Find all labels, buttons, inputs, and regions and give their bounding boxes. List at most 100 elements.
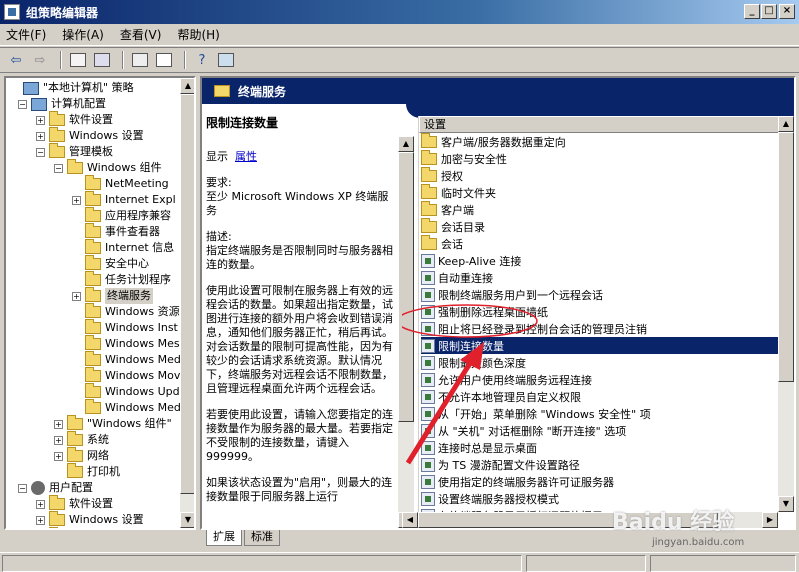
tree-item[interactable]: 应用程序兼容 <box>72 207 171 224</box>
collapse-icon[interactable]: − <box>18 483 27 493</box>
folder-row[interactable]: 临时文件夹 <box>421 183 780 201</box>
tree-scrollbar[interactable]: ▲ ▼ <box>180 78 194 528</box>
folder-icon <box>49 143 65 158</box>
folder-icon <box>85 207 101 222</box>
tree-item[interactable]: + 终端服务 <box>72 287 153 304</box>
menu-help[interactable]: 帮助(H) <box>177 26 219 43</box>
show-pane-icon[interactable] <box>216 50 236 70</box>
folder-icon <box>49 495 65 510</box>
tree-item-label: "本地计算机" 策略 <box>43 81 134 94</box>
description-paragraph-3: 如果该状态设置为"启用"，则最大的连接数量限于同服务器上运行 <box>206 476 393 503</box>
tree-item[interactable]: − 用户配置 <box>18 480 93 496</box>
tree-item[interactable]: Windows Movi <box>72 367 183 384</box>
tree-item[interactable]: − Windows 组件 <box>54 159 162 176</box>
tree-item[interactable]: + 系统 <box>54 431 109 448</box>
setting-row[interactable]: 自动重连接 <box>421 269 780 286</box>
tree-item[interactable]: + Internet Expl <box>72 191 176 208</box>
tree-item[interactable]: − 计算机配置 <box>18 96 106 112</box>
expand-icon[interactable]: + <box>54 435 63 445</box>
tree-item-label: Windows 资源 <box>105 305 180 318</box>
expand-icon[interactable]: + <box>36 131 45 141</box>
list-item-label: 授权 <box>441 169 463 183</box>
tree-item[interactable]: + 软件设置 <box>36 495 113 512</box>
tree-item-label: 用户配置 <box>49 481 93 494</box>
list-scrollbar[interactable]: ▲ ▼ <box>778 116 794 512</box>
tree-item[interactable]: "本地计算机" 策略 <box>10 80 134 96</box>
minimize-button[interactable]: _ <box>744 4 760 19</box>
folder-row[interactable]: 加密与安全性 <box>421 149 780 167</box>
back-arrow-icon[interactable]: ⇦ <box>6 50 26 70</box>
up-folder-icon[interactable] <box>68 50 88 70</box>
expand-icon[interactable]: + <box>36 515 45 525</box>
folder-icon <box>421 234 437 250</box>
folder-row[interactable]: 会话 <box>421 234 780 252</box>
tree-item[interactable]: + "Windows 组件" <box>54 415 172 432</box>
tree-item-label: 应用程序兼容 <box>105 209 171 222</box>
properties-icon[interactable] <box>130 50 150 70</box>
column-header-setting[interactable]: 设置 <box>419 116 780 133</box>
scroll-left-button[interactable]: ◀ <box>402 512 418 528</box>
tree-item[interactable]: Windows Medi <box>72 351 184 368</box>
folder-row[interactable]: 客户端 <box>421 200 780 218</box>
scroll-right-button[interactable]: ▶ <box>762 512 778 528</box>
tree-item[interactable]: Windows Inst <box>72 319 178 336</box>
collapse-icon[interactable]: − <box>18 99 27 109</box>
tab-standard[interactable]: 标准 <box>244 530 280 546</box>
scroll-thumb[interactable] <box>778 132 794 382</box>
tree-item[interactable]: + 网络 <box>54 447 109 464</box>
tree-item[interactable]: + Windows 设置 <box>36 127 144 144</box>
menu-file[interactable]: 文件(F) <box>6 26 46 43</box>
requirements-text: 要求: 至少 Microsoft Windows XP 终端服务 <box>206 176 389 217</box>
tree-item[interactable]: 打印机 <box>54 463 120 480</box>
menu-view[interactable]: 查看(V) <box>120 26 162 43</box>
maximize-button[interactable]: □ <box>761 4 777 19</box>
folder-icon <box>85 351 101 366</box>
collapse-icon[interactable]: − <box>36 147 45 157</box>
tree-item[interactable]: + 软件设置 <box>36 111 113 128</box>
scroll-thumb[interactable] <box>180 94 194 494</box>
scroll-down-button[interactable]: ▼ <box>180 512 194 528</box>
tree-item[interactable]: Windows Upda <box>72 383 186 400</box>
tree-item[interactable]: Internet 信息 <box>72 239 174 256</box>
folder-row[interactable]: 会话目录 <box>421 217 780 235</box>
expand-icon[interactable]: + <box>36 499 45 509</box>
expand-icon[interactable]: + <box>72 291 81 301</box>
expand-icon[interactable]: + <box>54 419 63 429</box>
tree-item[interactable]: − 管理模板 <box>36 143 113 160</box>
scroll-up-button[interactable]: ▲ <box>778 116 794 132</box>
folder-icon <box>85 191 101 206</box>
expand-icon[interactable]: + <box>36 115 45 125</box>
setting-row[interactable]: Keep-Alive 连接 <box>421 252 780 269</box>
details-panel: 终端服务 限制连接数量 显示 属性 要求: 至少 Microsoft Windo… <box>200 76 796 530</box>
menu-action[interactable]: 操作(A) <box>62 26 104 43</box>
toolbar-separator <box>184 51 186 69</box>
properties-link[interactable]: 属性 <box>235 150 257 163</box>
show-tree-icon[interactable] <box>92 50 112 70</box>
scroll-down-button[interactable]: ▼ <box>778 496 794 512</box>
expand-icon[interactable]: + <box>54 451 63 461</box>
folder-row[interactable]: 授权 <box>421 166 780 184</box>
tree-item[interactable]: 任务计划程序 <box>72 271 171 288</box>
tree-item[interactable]: 安全中心 <box>72 255 149 272</box>
tree-item[interactable]: + Windows 设置 <box>36 511 144 528</box>
expand-icon[interactable]: + <box>72 195 81 205</box>
tree-item-label: Windows Medi <box>105 401 184 414</box>
tree-item-label: 管理模板 <box>69 528 113 530</box>
toolbar-separator <box>60 51 62 69</box>
collapse-icon[interactable]: − <box>54 163 63 173</box>
tree-item[interactable]: Windows 资源 <box>72 303 180 320</box>
help-icon[interactable]: ? <box>192 50 212 70</box>
export-list-icon[interactable] <box>154 50 174 70</box>
forward-arrow-icon[interactable]: ⇨ <box>30 50 50 70</box>
tree-item[interactable]: Windows Mess <box>72 335 185 352</box>
tab-extended[interactable]: 扩展 <box>206 530 242 546</box>
close-button[interactable]: × <box>779 4 795 19</box>
tree-item[interactable]: +管理模板 <box>49 527 113 530</box>
scroll-up-button[interactable]: ▲ <box>180 78 194 94</box>
folder-row[interactable]: 客户端/服务器数据重定向 <box>421 132 780 150</box>
tree-item[interactable]: 事件查看器 <box>72 223 160 240</box>
tree-item[interactable]: NetMeeting <box>72 175 169 192</box>
tree-item[interactable]: Windows Medi <box>72 399 184 416</box>
scroll-up-button[interactable]: ▲ <box>398 136 414 152</box>
policy-tree[interactable]: "本地计算机" 策略 − 计算机配置 + 软件设置 + Windows 设置 − 管理模板 − Wi… <box>4 76 196 530</box>
